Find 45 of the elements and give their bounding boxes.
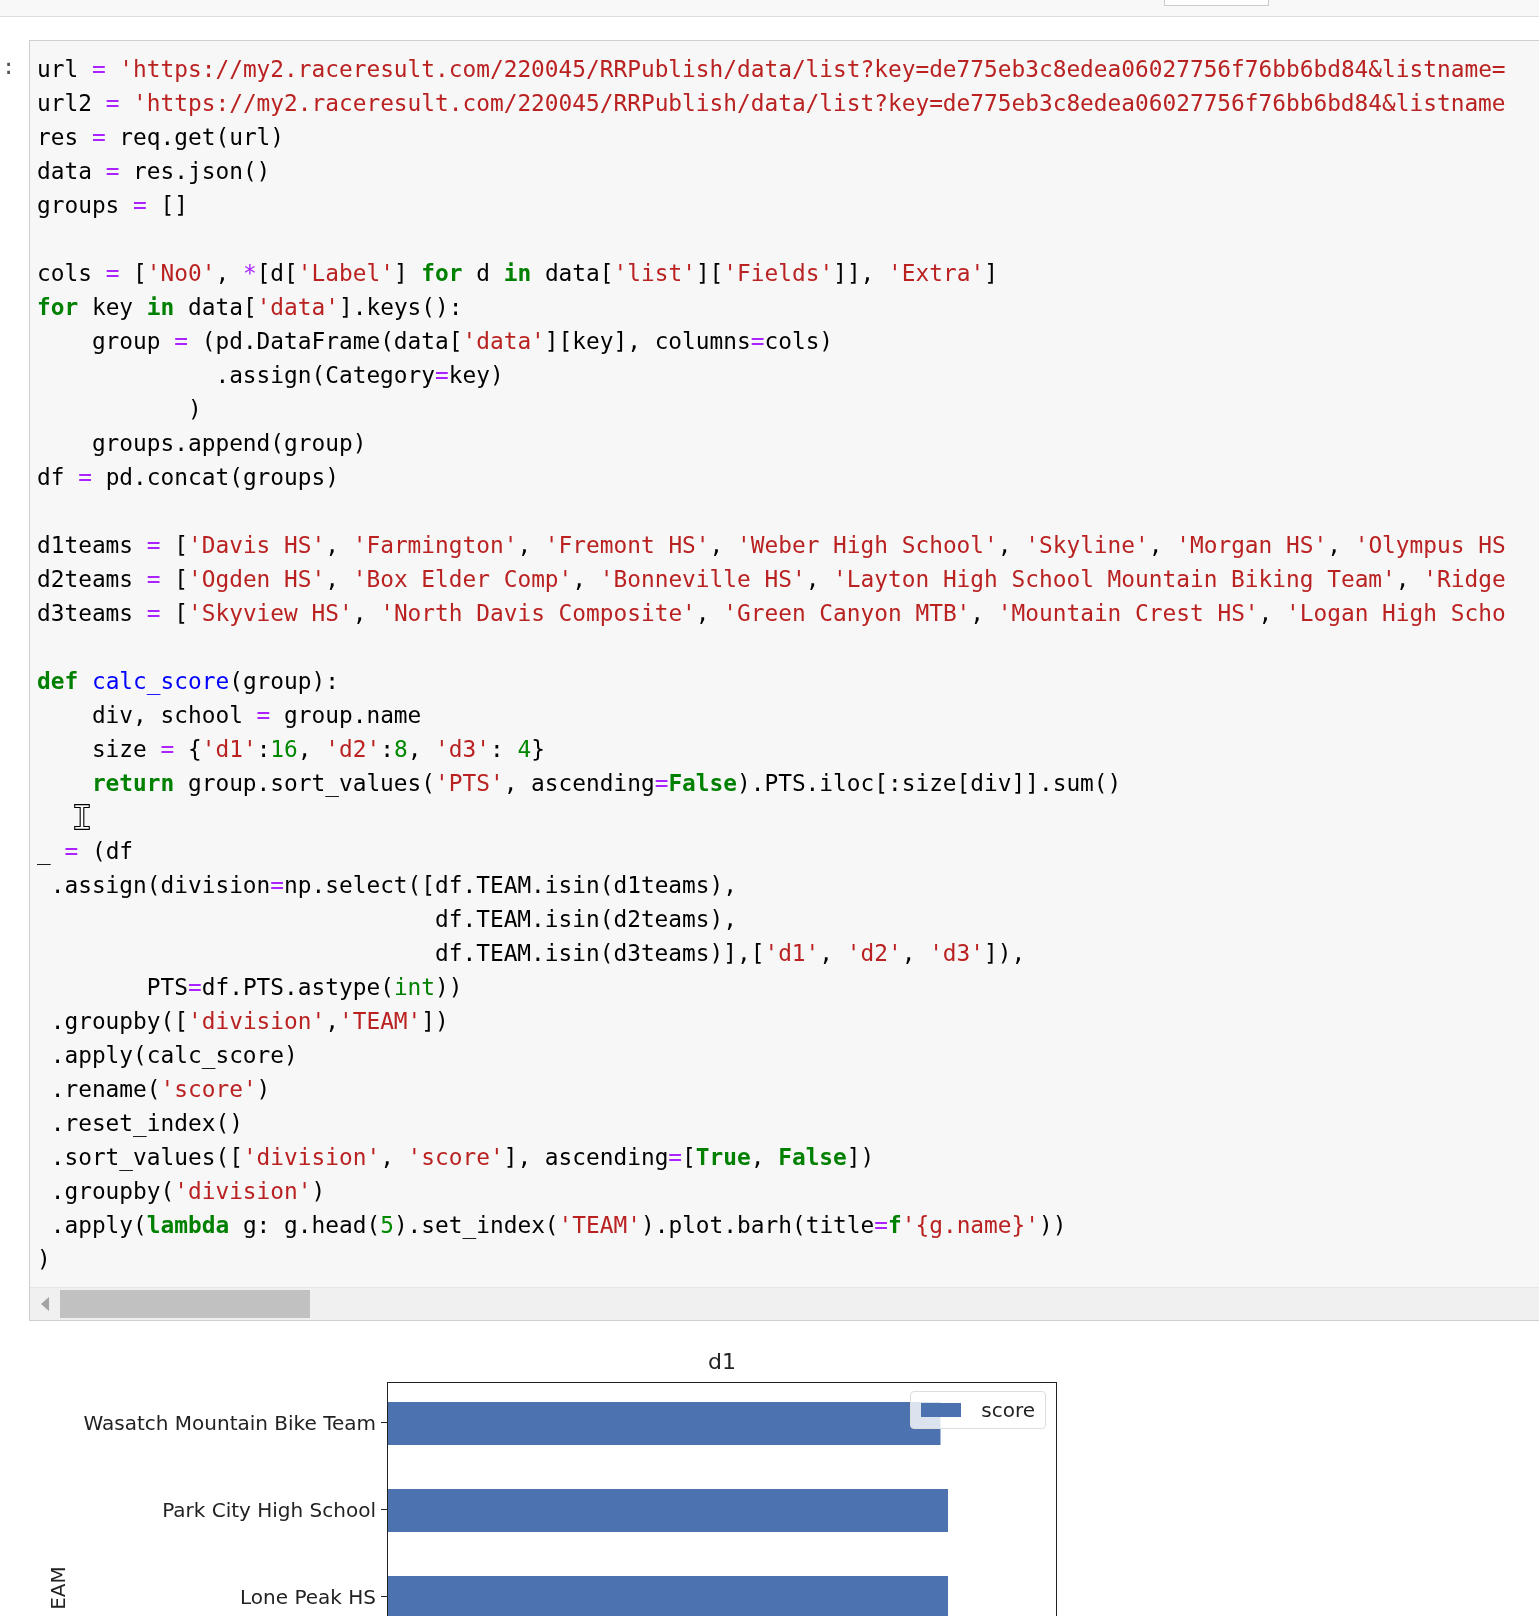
code-line: return group.sort_values('PTS', ascending=False).PTS.iloc[:size[div]].sum() [90, 769, 1122, 799]
code-line: data = res.json() [37, 157, 271, 186]
code-line: .sort_values(['division', 'score'], ascending=[True, False]) [49, 1143, 875, 1173]
select-field[interactable] [1164, 0, 1269, 6]
code-line: group = (pd.DataFrame(data['data'][key], columns=cols) [90, 327, 834, 356]
code-line: _ = (df [37, 837, 134, 867]
horizontal-scrollbar[interactable] [30, 1287, 1539, 1320]
code-line: df.TEAM.isin(d2teams), [434, 905, 737, 934]
code-line: .reset_index() [49, 1109, 243, 1139]
scrollbar-thumb[interactable] [60, 1290, 310, 1318]
code-line: .assign(Category=key) [214, 361, 504, 390]
code-line: url2 = 'https://my2.raceresult.com/220045/RRPublish/data/list?key=de775eb3c8edea06027756f76bb6bd84&listname [37, 89, 1506, 118]
axis-label: EAM [45, 1566, 70, 1610]
code-line: res = req.get(url) [37, 123, 285, 152]
code-line: url = 'https://my2.raceresult.com/220045/RRPublish/data/list?key=de775eb3c8edea06027756f76bb6bd84&listname= [37, 55, 1506, 84]
chart-title: d1 [707, 1349, 737, 1376]
code-line: .rename('score') [49, 1075, 271, 1104]
code-line: df.TEAM.isin(d3teams)],['d1', 'd2', 'd3']), [434, 939, 1026, 968]
code-line: ) [186, 395, 202, 424]
code-line: .apply(lambda g: g.head(5).set_index('TEAM').plot.barh(title=f'{g.name}')) [49, 1211, 1067, 1241]
code-cell[interactable] [29, 40, 1539, 1321]
scroll-left-icon[interactable] [40, 1297, 50, 1311]
cell-prompt: : [1, 53, 17, 81]
code-line: d1teams = ['Davis HS', 'Farmington', 'Fremont HS', 'Weber High School', 'Skyline', 'Morgan HS', 'Olympus HS [37, 531, 1506, 560]
code-line: .groupby(['division','TEAM']) [49, 1007, 449, 1036]
code-line: df = pd.concat(groups) [37, 463, 339, 492]
code-line: cols = ['No0', *[d['Label'] for d in data['list']['Fields']], 'Extra'] [37, 259, 998, 288]
category-label: Wasatch Mountain Bike Team [83, 1410, 376, 1435]
code-line: .assign(division=np.select([df.TEAM.isin(d1teams), [49, 871, 737, 900]
chart-legend: score [910, 1391, 1046, 1429]
code-line: .groupby('division') [49, 1177, 326, 1206]
code-line: d3teams = ['Skyview HS', 'North Davis Composite', 'Green Canyon MTB', 'Mountain Crest HS', 'Logan High Scho [37, 599, 1506, 628]
code-line: groups = [] [37, 191, 188, 220]
code-line: ) [37, 1245, 51, 1274]
code-line: PTS=df.PTS.astype(int)) [145, 973, 463, 1002]
code-line: d2teams = ['Ogden HS', 'Box Elder Comp', 'Bonneville HS', 'Layton High School Mountain Biking Team', 'Ridge [37, 565, 1506, 594]
code-line: div, school = group.name [90, 701, 422, 730]
code-line: .apply(calc_score) [49, 1041, 298, 1071]
code-line: def calc_score(group): [37, 667, 339, 697]
code-line: for key in data['data'].keys(): [37, 293, 463, 322]
category-label: Park City High School [162, 1497, 376, 1522]
code-line: groups.append(group) [90, 429, 367, 458]
text-cursor-icon [74, 803, 90, 831]
code-line: size = {'d1':16, 'd2':8, 'd3': 4} [90, 735, 545, 764]
category-label: Lone Peak HS [240, 1584, 376, 1609]
